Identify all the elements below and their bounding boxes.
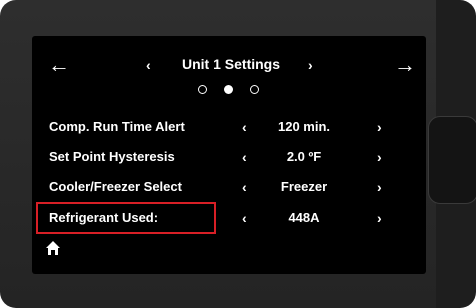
setting-label: Set Point Hysteresis [49,149,175,164]
decrease-chevron-icon[interactable]: ‹ [242,119,247,135]
setting-value: Freezer [280,179,328,194]
setting-value: 2.0 ºF [286,149,322,164]
increase-chevron-icon[interactable]: › [377,179,382,195]
increase-chevron-icon[interactable]: › [377,149,382,165]
increase-chevron-icon[interactable]: › [377,210,382,226]
setting-label: Refrigerant Used: [49,210,159,225]
hardware-side-button[interactable] [428,116,476,204]
page-dot-3[interactable] [250,85,259,94]
previous-unit-chevron-icon[interactable]: ‹ [146,57,151,73]
decrease-chevron-icon[interactable]: ‹ [242,179,247,195]
page-dot-2-active[interactable] [224,85,233,94]
next-unit-chevron-icon[interactable]: › [308,57,313,73]
setting-value: 448A [288,210,320,225]
setting-label: Cooler/Freezer Select [49,179,182,194]
page-dot-1[interactable] [198,85,207,94]
back-arrow-icon[interactable]: ← [48,54,70,76]
touch-screen: ← ‹ Unit 1 Settings › → Comp. Run Time A… [32,36,426,274]
increase-chevron-icon[interactable]: › [377,119,382,135]
forward-arrow-icon[interactable]: → [394,54,416,76]
home-icon[interactable] [45,240,61,256]
page-title: Unit 1 Settings [182,56,281,72]
setting-label: Comp. Run Time Alert [49,119,185,134]
decrease-chevron-icon[interactable]: ‹ [242,210,247,226]
setting-value: 120 min. [277,119,331,134]
decrease-chevron-icon[interactable]: ‹ [242,149,247,165]
